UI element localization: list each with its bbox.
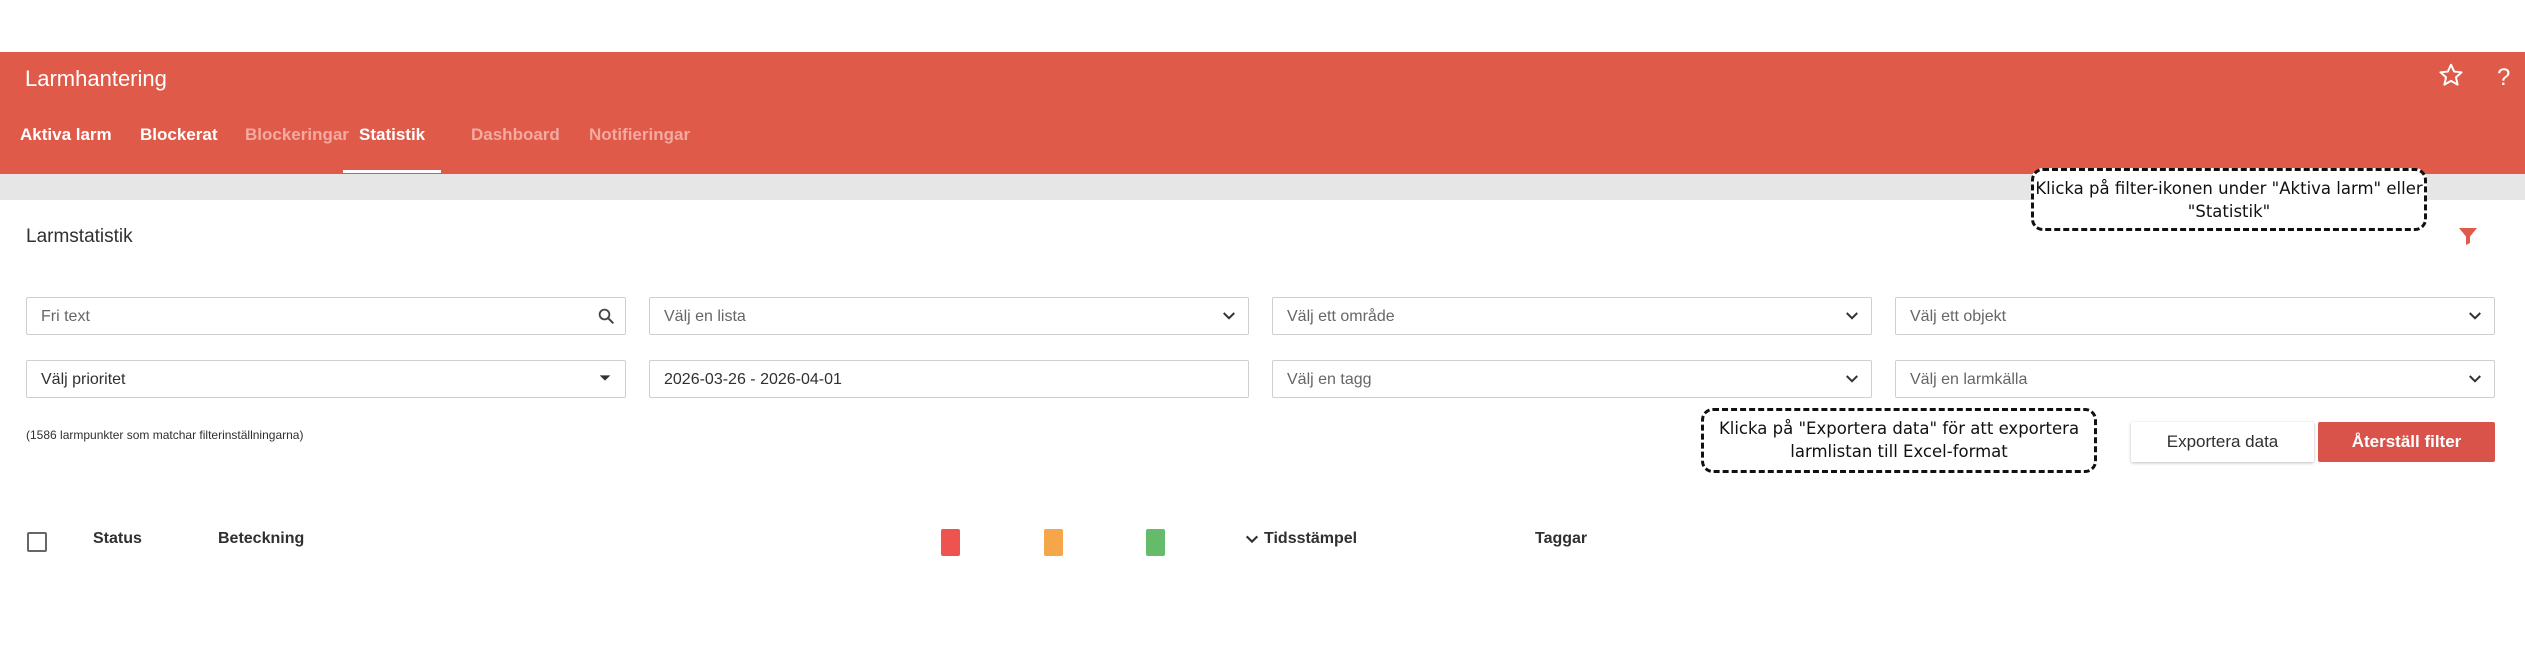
list-select[interactable]: Välj en lista	[649, 297, 1249, 335]
priority-select[interactable]: Välj prioritet	[26, 360, 626, 398]
reset-filter-button[interactable]: Återställ filter	[2318, 422, 2495, 462]
search-placeholder: Fri text	[41, 308, 90, 325]
area-select-value: Välj ett område	[1287, 308, 1395, 325]
export-hint-callout: Klicka på "Exportera data" för att expor…	[1701, 408, 2097, 473]
export-data-button[interactable]: Exportera data	[2131, 422, 2314, 462]
match-count: (1586 larmpunkter som matchar filterinst…	[26, 428, 304, 442]
object-select-value: Välj ett objekt	[1910, 308, 2007, 325]
tag-select-value: Välj en tagg	[1287, 371, 1372, 388]
tab-blockerat[interactable]: Blockerat	[140, 108, 217, 170]
priority-select-value: Välj prioritet	[41, 371, 126, 388]
card-title: Larmstatistik	[26, 226, 133, 247]
tab-notifieringar[interactable]: Notifieringar	[589, 108, 690, 170]
column-designation[interactable]: Beteckning	[218, 530, 304, 548]
tab-dashboard[interactable]: Dashboard	[471, 108, 560, 170]
chevron-down-icon	[597, 370, 615, 388]
chevron-down-icon	[2466, 370, 2484, 388]
priority-high-indicator[interactable]	[941, 529, 960, 556]
alarm-source-value: Välj en larmkälla	[1910, 371, 2028, 388]
select-all-checkbox[interactable]	[27, 532, 47, 552]
priority-low-indicator[interactable]	[1146, 529, 1165, 556]
column-tags[interactable]: Taggar	[1535, 530, 1587, 548]
search-input[interactable]: Fri text	[26, 297, 626, 335]
star-icon[interactable]	[2438, 62, 2464, 95]
tab-blockeringar[interactable]: Blockeringar	[245, 108, 349, 170]
filter-hint-callout: Klicka på filter-ikonen under "Aktiva la…	[2031, 168, 2427, 231]
priority-medium-indicator[interactable]	[1044, 529, 1063, 556]
sort-desc-icon[interactable]	[1244, 531, 1260, 552]
column-status[interactable]: Status	[93, 530, 142, 548]
list-select-value: Välj en lista	[664, 308, 746, 325]
search-icon[interactable]	[597, 307, 615, 325]
chevron-down-icon	[2466, 307, 2484, 325]
filter-icon[interactable]	[2456, 224, 2480, 248]
chevron-down-icon	[1220, 307, 1238, 325]
app-title: Larmhantering	[25, 66, 167, 91]
tab-aktiva-larm[interactable]: Aktiva larm	[20, 108, 112, 170]
column-timestamp[interactable]: Tidsstämpel	[1264, 530, 1357, 548]
date-range-input[interactable]: 2026-03-26 - 2026-04-01	[649, 360, 1249, 398]
chevron-down-icon	[1843, 370, 1861, 388]
tab-statistik[interactable]: Statistik	[343, 108, 442, 173]
chevron-down-icon	[1843, 307, 1861, 325]
area-select[interactable]: Välj ett område	[1272, 297, 1872, 335]
app-header: Larmhantering ? Aktiva larm Blockerat Bl…	[0, 52, 2525, 174]
date-range-value: 2026-03-26 - 2026-04-01	[664, 371, 842, 388]
alarm-source-select[interactable]: Välj en larmkälla	[1895, 360, 2495, 398]
object-select[interactable]: Välj ett objekt	[1895, 297, 2495, 335]
tag-select[interactable]: Välj en tagg	[1272, 360, 1872, 398]
help-icon[interactable]: ?	[2497, 62, 2510, 94]
